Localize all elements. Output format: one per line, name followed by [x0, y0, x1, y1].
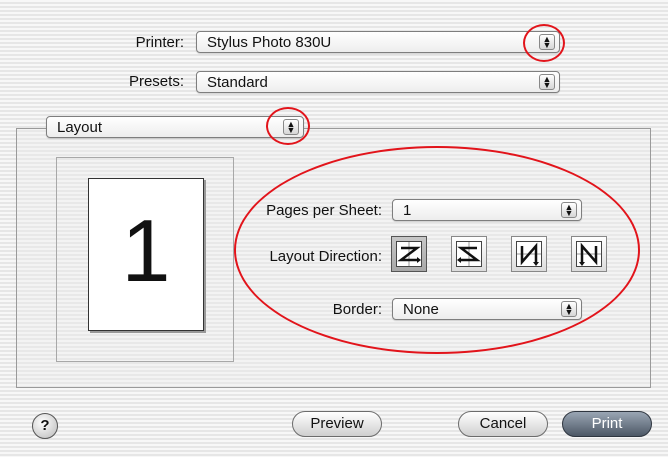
preview-button[interactable]: Preview [292, 411, 382, 437]
pane-value: Layout [57, 119, 103, 136]
cancel-button[interactable]: Cancel [458, 411, 548, 437]
help-button[interactable]: ? [32, 413, 58, 439]
presets-value: Standard [207, 74, 268, 91]
presets-popup[interactable]: Standard ▲ ▼ [196, 71, 560, 93]
popup-arrows-icon: ▲ ▼ [539, 74, 555, 90]
printer-value: Stylus Photo 830U [207, 34, 332, 51]
preview-page-number: 1 [121, 201, 171, 300]
printer-label: Printer: [135, 34, 184, 51]
highlight-ellipse-pane-arrows [266, 107, 310, 145]
highlight-ellipse-printer-arrows [523, 24, 565, 62]
layout-preview-page: 1 [88, 178, 204, 331]
printer-popup[interactable]: Stylus Photo 830U ▲ ▼ [196, 31, 560, 53]
presets-label: Presets: [128, 73, 184, 90]
print-button[interactable]: Print [562, 411, 652, 437]
highlight-ellipse-layout-options [234, 146, 640, 354]
